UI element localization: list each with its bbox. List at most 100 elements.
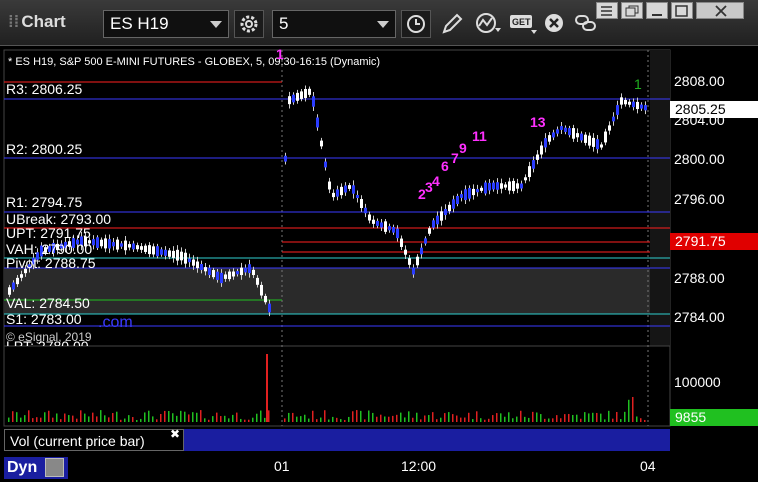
volume-bar — [176, 415, 178, 422]
volume-bar — [556, 415, 558, 422]
value-area-shade — [4, 268, 650, 314]
candle-body — [424, 238, 427, 244]
candle-body — [608, 125, 611, 131]
volume-bar — [516, 416, 518, 422]
volume-bar — [608, 410, 610, 422]
window-menu-button[interactable] — [596, 2, 618, 19]
volume-bar — [324, 410, 326, 422]
symbol-input[interactable]: ES H19 — [103, 10, 229, 38]
volume-pane-title[interactable]: Vol (current price bar) — [4, 429, 184, 451]
chevron-down-icon[interactable] — [210, 21, 222, 28]
candle-body — [168, 250, 171, 257]
volume-bar — [172, 413, 174, 422]
mode-icon[interactable] — [45, 458, 64, 477]
time-button[interactable] — [401, 10, 431, 38]
maximize-button[interactable] — [671, 2, 693, 19]
volume-bar — [128, 415, 130, 422]
candle-body — [316, 117, 319, 128]
candle-body — [440, 211, 443, 221]
volume-bar — [80, 410, 82, 422]
candle-body — [208, 267, 211, 276]
volume-bar — [444, 413, 446, 422]
chevron-down-icon[interactable] — [377, 21, 389, 28]
volume-bar — [356, 410, 358, 422]
candle-body — [480, 187, 483, 191]
candle-body — [428, 228, 431, 234]
candle-body — [548, 135, 551, 142]
chart-area[interactable]: * ES H19, S&P 500 E-MINI FUTURES - GLOBE… — [0, 46, 758, 482]
link-icon — [575, 15, 596, 31]
volume-bar — [456, 415, 458, 422]
volume-bar — [132, 417, 134, 422]
candle-body — [176, 249, 179, 261]
close-chart-button[interactable] — [540, 10, 570, 38]
volume-bar — [452, 414, 454, 422]
candle-body — [404, 249, 407, 255]
candle-body — [568, 128, 571, 136]
candle-body — [112, 242, 115, 247]
candle-body — [472, 188, 475, 196]
candle-body — [224, 274, 227, 279]
volume-bar — [604, 419, 606, 422]
candle-body — [604, 131, 607, 143]
volume-bar — [584, 412, 586, 422]
volume-bar — [16, 412, 18, 422]
grip-icon[interactable]: ⁞⁞ — [8, 12, 19, 31]
volume-bar — [232, 414, 234, 422]
volume-bar — [308, 418, 310, 422]
volume-bar — [24, 415, 26, 422]
candle-body — [160, 249, 163, 255]
volume-bar — [572, 414, 574, 422]
candle-body — [588, 135, 591, 146]
volume-bar — [72, 415, 74, 422]
volume-bar — [256, 413, 258, 422]
candle-body — [320, 140, 323, 147]
app-title: ⁞⁞ Chart — [8, 12, 66, 32]
candle-body — [564, 127, 567, 132]
minimize-button[interactable] — [646, 2, 668, 19]
candle-body — [332, 192, 335, 198]
restore-button[interactable] — [621, 2, 643, 19]
close-window-button[interactable] — [696, 2, 744, 19]
candle-body — [388, 226, 391, 231]
candle-body — [268, 303, 271, 313]
candle-body — [232, 271, 235, 277]
volume-bar — [328, 419, 330, 422]
level-label-upt: UPT: 2791.75 — [6, 225, 91, 241]
studies-button[interactable] — [472, 10, 502, 38]
candle-body — [244, 267, 247, 273]
candle-body — [624, 99, 627, 105]
volume-bar — [104, 415, 106, 422]
count-label: 1 — [276, 46, 284, 62]
price-axis-label: 2788.00 — [674, 270, 725, 286]
candle-body — [16, 277, 19, 285]
volume-bar — [536, 412, 538, 422]
candle-body — [600, 144, 603, 148]
candle-body — [432, 220, 435, 228]
candle-body — [576, 133, 579, 138]
price-chart[interactable] — [0, 46, 758, 482]
volume-bar — [640, 418, 642, 422]
volume-bar — [36, 417, 38, 422]
candle-body — [452, 199, 455, 209]
volume-bar — [136, 419, 138, 422]
volume-bar — [12, 411, 14, 422]
volume-bar — [188, 414, 190, 422]
watermark: .com — [98, 314, 133, 331]
candle-body — [468, 188, 471, 199]
level-label-r1: R1: 2794.75 — [6, 194, 83, 210]
close-icon[interactable]: ✖ — [170, 427, 180, 441]
candle-body — [516, 183, 519, 189]
interval-input[interactable]: 5 — [272, 10, 396, 38]
candle-body — [368, 214, 371, 221]
time-axis-label: 12:00 — [401, 458, 437, 474]
volume-bar — [560, 418, 562, 422]
candle-body — [552, 132, 555, 138]
candle-body — [140, 246, 143, 250]
symbol-value: ES H19 — [110, 14, 169, 33]
get-button[interactable]: GET — [506, 10, 537, 38]
draw-button[interactable] — [437, 10, 467, 38]
candle-body — [248, 264, 251, 274]
candle-body — [252, 269, 255, 276]
settings-button[interactable] — [234, 10, 264, 38]
